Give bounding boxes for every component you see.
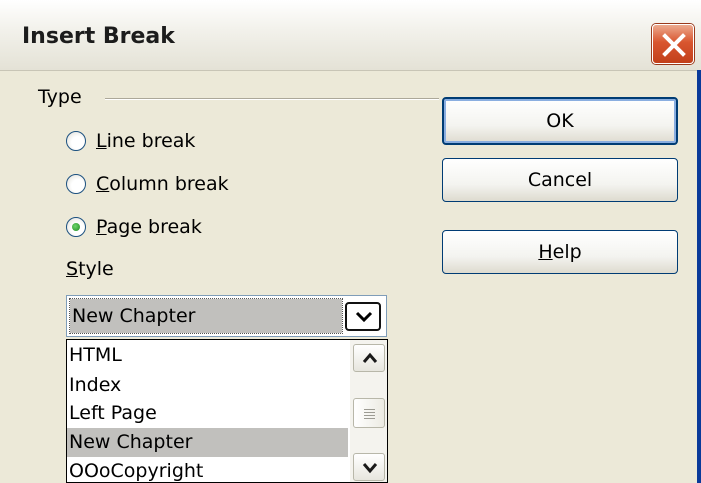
- grip-line: [364, 418, 375, 419]
- scroll-up-button[interactable]: [353, 344, 385, 372]
- window-border: [697, 70, 701, 483]
- list-item[interactable]: Index: [67, 371, 348, 400]
- list-item[interactable]: Left Page: [67, 399, 348, 428]
- radio-button[interactable]: [66, 174, 86, 194]
- list-scrollbar[interactable]: [350, 340, 387, 482]
- list-item-selected[interactable]: New Chapter: [67, 428, 348, 457]
- style-selected-value: New Chapter: [69, 298, 343, 334]
- title-bar: Insert Break: [0, 0, 701, 71]
- type-group-label: Type: [38, 86, 82, 108]
- chevron-down-icon: [355, 311, 373, 323]
- chevron-down-icon: [362, 463, 378, 474]
- style-label: Style: [66, 258, 114, 280]
- radio-label: Page break: [96, 216, 202, 238]
- group-divider: [105, 98, 439, 100]
- grip-line: [364, 412, 375, 413]
- style-combobox[interactable]: New Chapter: [66, 295, 387, 337]
- list-item[interactable]: HTML: [67, 341, 348, 370]
- radio-label: Line break: [96, 130, 196, 152]
- grip-line: [364, 409, 375, 410]
- radio-button-selected[interactable]: [66, 217, 86, 237]
- help-button[interactable]: Help: [442, 230, 678, 274]
- scroll-down-button[interactable]: [353, 453, 385, 481]
- cancel-button[interactable]: Cancel: [442, 158, 678, 202]
- dialog-title: Insert Break: [22, 24, 175, 49]
- list-item[interactable]: OOoCopyright: [67, 457, 348, 482]
- scroll-thumb[interactable]: [353, 398, 385, 428]
- radio-column-break[interactable]: Column break: [66, 170, 229, 198]
- radio-page-break[interactable]: Page break: [66, 213, 202, 241]
- radio-line-break[interactable]: Line break: [66, 127, 195, 155]
- radio-button[interactable]: [66, 131, 86, 151]
- dropdown-button[interactable]: [345, 302, 381, 331]
- chevron-up-icon: [362, 352, 378, 363]
- radio-selected-dot: [72, 223, 80, 231]
- style-dropdown-list[interactable]: HTML Index Left Page New Chapter OOoCopy…: [66, 339, 388, 483]
- close-button[interactable]: [652, 24, 694, 64]
- grip-line: [364, 415, 375, 416]
- ok-button[interactable]: OK: [442, 97, 678, 145]
- close-icon: [662, 33, 686, 57]
- radio-label: Column break: [96, 173, 229, 195]
